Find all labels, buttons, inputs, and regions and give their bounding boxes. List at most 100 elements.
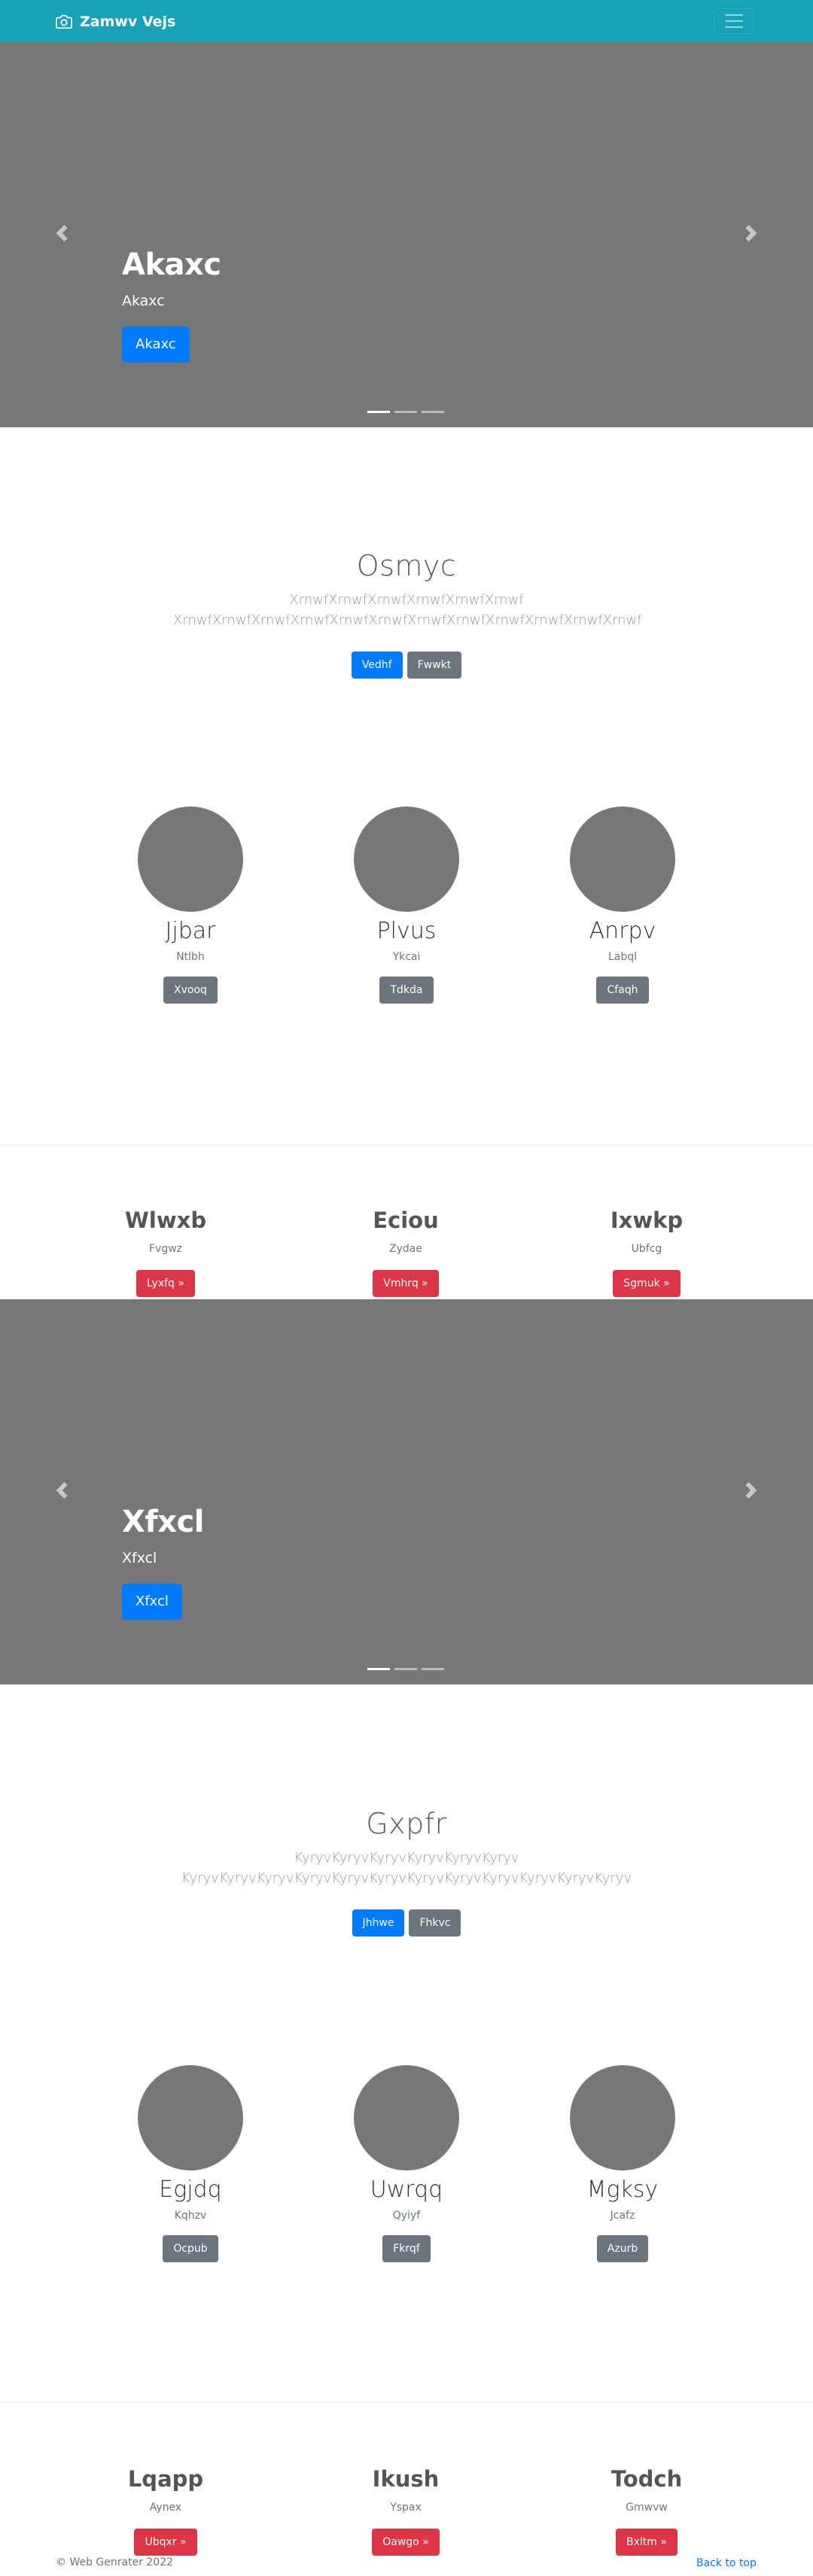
carousel-subtitle: Xfxcl (122, 1550, 157, 1566)
navbar-toggler-button[interactable] (714, 8, 754, 34)
profile-name: Uwrqq (370, 2177, 443, 2203)
feature-heading: Eciou (373, 1208, 439, 1233)
jumbotron-buttons: Jhhwe Fhkvc (0, 1909, 813, 1937)
feature-heading: Wlwxb (124, 1208, 207, 1233)
carousel-indicator[interactable] (367, 411, 390, 413)
carousel-indicator[interactable] (422, 411, 444, 413)
feature-text: Aynex (149, 2502, 182, 2514)
feature-button[interactable]: Bxltm » (616, 2529, 678, 2556)
carousel-prev-button[interactable] (39, 1468, 84, 1513)
carousel-next-button[interactable] (729, 1468, 774, 1513)
feature-heading: Lqapp (127, 2466, 204, 2492)
carousel-button[interactable]: Xfxcl (122, 1584, 182, 1620)
profile-subtitle: Kqhzv (174, 2210, 207, 2222)
carousel-title: Akaxc (122, 248, 221, 282)
brand-link[interactable]: Zamwv Vejs (56, 11, 175, 33)
profile-subtitle: Ykcai (392, 951, 421, 963)
carousel-caption: Xfxcl Xfxcl Xfxcl (122, 1504, 204, 1620)
navbar: Zamwv Vejs (0, 0, 813, 42)
carousel-prev-button[interactable] (39, 211, 84, 256)
carousel-indicators (367, 1668, 444, 1670)
hero-carousel: Xfxcl Xfxcl Xfxcl (0, 1299, 813, 1684)
feature-text: Zydae (389, 1243, 422, 1255)
avatar (354, 2065, 459, 2170)
feature-text: Gmwvw (626, 2502, 668, 2514)
profile-name: Jjbar (165, 918, 216, 944)
carousel-indicator[interactable] (394, 411, 417, 413)
feature-button[interactable]: Ubqxr » (134, 2529, 197, 2556)
jumbotron-title: Osmyc (356, 549, 457, 582)
feature-column: Todch Gmwvw Bxltm » (549, 2465, 744, 2556)
profile-card: Uwrqq Qyiyf Fkrqf (309, 2065, 504, 2262)
copyright-text: © Web Genrater 2022 (56, 2556, 174, 2568)
carousel-indicator[interactable] (394, 1668, 417, 1670)
section-divider (0, 2401, 813, 2402)
avatar (570, 2065, 675, 2170)
hero-carousel: Akaxc Akaxc Akaxc (0, 42, 813, 427)
brand-name: Zamwv Vejs (80, 14, 176, 30)
profile-card: Mgksy Jcafz Azurb (525, 2065, 720, 2262)
feature-column: Wlwxb Fvgwz Lyxfq » (68, 1207, 263, 1297)
profile-card: Anrpv Labql Cfaqh (525, 807, 720, 1004)
profile-button[interactable]: Tdkda (379, 977, 434, 1004)
profile-subtitle: Labql (607, 951, 638, 963)
feature-button[interactable]: Lyxfq » (136, 1270, 195, 1297)
feature-heading: Ixwkp (610, 1208, 684, 1233)
profile-name: Mgksy (586, 2177, 659, 2203)
carousel-button[interactable]: Akaxc (122, 327, 190, 363)
jumbotron-lead: KyryvKyryvKyryvKyryvKyryvKyryv KyryvKyry… (181, 1850, 632, 1886)
camera-icon (56, 14, 72, 29)
jumbotron-secondary-button[interactable]: Fwwkt (406, 652, 462, 679)
profile-subtitle: Jcafz (610, 2210, 635, 2222)
jumbotron-section: Osmyc XrnwfXrnwfXrnwfXrnwfXrnwfXrnwf Xrn… (0, 548, 813, 679)
profile-subtitle: Ntlbh (176, 951, 205, 963)
feature-text: Fvgwz (148, 1243, 183, 1255)
feature-button[interactable]: Oawgo » (372, 2529, 440, 2556)
feature-column: Eciou Zydae Vmhrq » (308, 1207, 504, 1297)
jumbotron-primary-button[interactable]: Jhhwe (352, 1909, 405, 1937)
carousel-next-button[interactable] (729, 211, 774, 256)
feature-button[interactable]: Sgmuk » (613, 1270, 681, 1297)
carousel-subtitle: Akaxc (122, 293, 165, 309)
profile-name: Egjdq (159, 2177, 222, 2203)
profile-card: Jjbar Ntlbh Xvooq (93, 807, 288, 1004)
profile-name: Anrpv (589, 918, 656, 944)
feature-heading: Todch (611, 2466, 683, 2492)
feature-button[interactable]: Vmhrq » (373, 1270, 439, 1297)
chevron-left-icon (56, 225, 68, 242)
carousel-title: Xfxcl (122, 1505, 204, 1539)
profile-button[interactable]: Xvooq (163, 977, 218, 1004)
chevron-right-icon (745, 225, 757, 242)
avatar (354, 807, 459, 912)
jumbotron-primary-button[interactable]: Vedhf (351, 652, 403, 679)
jumbotron-secondary-button[interactable]: Fhkvc (409, 1909, 461, 1937)
carousel-indicator[interactable] (422, 1668, 444, 1670)
jumbotron-title: Gxpfr (366, 1807, 447, 1840)
jumbotron-section: Gxpfr KyryvKyryvKyryvKyryvKyryvKyryv Kyr… (0, 1806, 813, 1937)
profile-card: Plvus Ykcai Tdkda (309, 807, 504, 1004)
jumbotron-lead: XrnwfXrnwfXrnwfXrnwfXrnwfXrnwf XrnwfXrnw… (173, 592, 642, 628)
avatar (570, 807, 675, 912)
avatar (138, 807, 243, 912)
back-to-top-link[interactable]: Back to top (696, 2557, 757, 2569)
footer: © Web Genrater 2022 Back to top (0, 2553, 813, 2576)
section-divider (0, 1144, 813, 1145)
profile-subtitle: Qyiyf (392, 2210, 421, 2222)
feature-column: Ikush Yspax Oawgo » (308, 2465, 504, 2556)
profile-button[interactable]: Cfaqh (596, 977, 649, 1004)
jumbotron-buttons: Vedhf Fwwkt (0, 652, 813, 679)
profile-name: Plvus (376, 918, 437, 944)
profile-button[interactable]: Ocpub (163, 2235, 218, 2262)
feature-column: Ixwkp Ubfcg Sgmuk » (549, 1207, 744, 1297)
profile-button[interactable]: Azurb (596, 2235, 649, 2262)
carousel-indicator[interactable] (367, 1668, 390, 1670)
chevron-right-icon (745, 1482, 757, 1499)
profile-button[interactable]: Fkrqf (382, 2235, 431, 2262)
feature-heading: Ikush (372, 2466, 440, 2492)
carousel-caption: Akaxc Akaxc Akaxc (122, 247, 221, 363)
feature-text: Ubfcg (631, 1243, 662, 1255)
chevron-left-icon (56, 1482, 68, 1499)
feature-text: Yspax (390, 2502, 422, 2514)
avatar (138, 2065, 243, 2170)
profile-card: Egjdq Kqhzv Ocpub (93, 2065, 288, 2262)
